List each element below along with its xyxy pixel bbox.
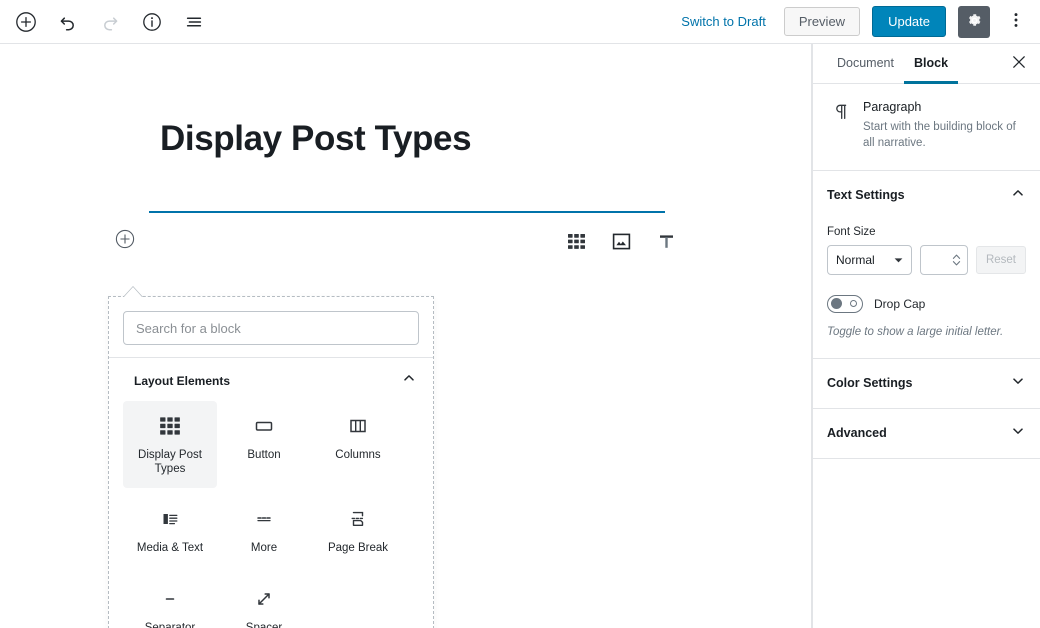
block-card-text: Paragraph Start with the building block … (863, 100, 1026, 152)
font-size-select-value: Normal (836, 252, 875, 267)
chevron-down-icon (894, 253, 903, 267)
block-navigation-button[interactable] (176, 4, 212, 40)
toggle-knob (831, 298, 842, 310)
chevron-up-icon (401, 370, 417, 391)
redo-icon (100, 12, 120, 32)
separator-icon (158, 584, 182, 614)
font-size-number-input[interactable] (920, 244, 968, 275)
block-navigation-icon (184, 12, 204, 32)
drop-cap-help-text: Toggle to show a large initial letter. (827, 325, 1004, 338)
top-toolbar-left-group (0, 4, 212, 40)
undo-button[interactable] (50, 4, 86, 40)
font-size-reset-button[interactable]: Reset (975, 245, 1026, 274)
block-type-icon-row (563, 228, 679, 254)
block-card: Paragraph Start with the building block … (813, 84, 1040, 171)
inserter-block-label: Separator (144, 621, 196, 628)
panel-header-advanced[interactable]: Advanced (813, 409, 1040, 459)
top-toolbar-right-group: Switch to Draft Preview Update (675, 5, 1040, 38)
block-card-description: Start with the building block of all nar… (863, 121, 1016, 150)
inserter-block-label: Button (247, 449, 281, 461)
top-toolbar: Switch to Draft Preview Update (0, 0, 1040, 44)
settings-sidebar: Document Block Paragraph Start with the (812, 44, 1040, 628)
add-block-icon (15, 11, 37, 33)
inserter-block-label: More (250, 542, 278, 555)
toggle-off-indicator (850, 300, 857, 308)
switch-to-draft-link[interactable]: Switch to Draft (675, 10, 772, 33)
inserter-block-media-text[interactable]: Media & Text (123, 494, 217, 568)
editor-root: Switch to Draft Preview Update Display P… (0, 0, 1040, 628)
close-icon (1012, 55, 1026, 72)
inserter-block-columns[interactable]: Columns (311, 401, 405, 488)
more-options-button[interactable] (1002, 6, 1030, 38)
font-size-select[interactable]: Normal (827, 244, 913, 275)
page-break-icon (346, 504, 370, 534)
inserter-block-display-post-types[interactable]: Display Post Types (123, 401, 217, 489)
inserter-block-label: Spacer (245, 621, 283, 628)
number-spinner-icon[interactable] (952, 253, 961, 267)
inserter-block-label: Media & Text (136, 542, 204, 555)
inserter-block-button[interactable]: Button (217, 401, 311, 488)
chevron-down-icon (1010, 373, 1026, 394)
drop-cap-row: Drop Cap (827, 294, 1026, 313)
close-sidebar-button[interactable] (1002, 47, 1036, 81)
font-size-controls: Normal Reset (827, 244, 1026, 275)
gear-icon (966, 12, 983, 32)
panel-header-color-settings[interactable]: Color Settings (813, 359, 1040, 409)
media-text-icon (158, 504, 182, 534)
settings-button[interactable] (958, 5, 990, 38)
inserter-block-label: Columns (335, 449, 381, 461)
inserter-block-grid: Display Post Types Button Columns Media … (109, 401, 433, 628)
inserter-section-title: Layout Elements (134, 373, 231, 388)
tab-block[interactable]: Block (903, 44, 959, 84)
more-icon (252, 504, 276, 534)
popover-arrow (124, 287, 142, 297)
block-card-title: Paragraph (863, 100, 922, 114)
chevron-down-icon (1010, 423, 1026, 444)
panel-header-text-settings[interactable]: Text Settings (813, 171, 1040, 220)
panel-title: Text Settings (827, 188, 905, 203)
search-input[interactable] (123, 311, 419, 345)
font-size-label: Font Size (827, 225, 876, 238)
inserter-section-layout-elements[interactable]: Layout Elements (109, 358, 433, 401)
sidebar-tabs: Document Block (813, 44, 1040, 84)
grid-blocks-icon (159, 411, 181, 441)
block-inserter-popover: Layout Elements (108, 296, 434, 628)
content-structure-button[interactable] (134, 4, 170, 40)
block-inserter-toggle[interactable] (114, 228, 136, 250)
inserter-block-label: Display Post Types (138, 449, 202, 475)
image-icon[interactable] (608, 228, 634, 254)
inserter-block-separator[interactable]: Separator (123, 574, 217, 628)
tab-document[interactable]: Document (827, 44, 904, 84)
drop-cap-toggle[interactable] (827, 294, 863, 313)
panel-title: Color Settings (827, 376, 913, 391)
plus-circle-icon (115, 229, 135, 249)
spacer-icon (252, 584, 276, 614)
inserter-block-label: Page Break (327, 542, 389, 555)
post-title[interactable]: Display Post Types (160, 119, 472, 159)
panel-body-text-settings: Font Size Normal Reset Drop Cap Toggle t… (813, 220, 1040, 359)
editor-canvas: Display Post Types Search for a block La… (0, 44, 812, 628)
update-button[interactable]: Update (872, 5, 946, 38)
inserter-search-wrapper (109, 297, 433, 357)
paragraph-pilcrow-icon (831, 100, 851, 152)
grid-blocks-icon[interactable] (563, 228, 589, 254)
ellipsis-vertical-icon (1007, 11, 1025, 32)
redo-button[interactable] (92, 4, 128, 40)
text-icon[interactable] (653, 228, 679, 254)
panel-title: Advanced (827, 426, 887, 441)
paragraph-block-underline (149, 211, 665, 213)
columns-icon (346, 411, 370, 441)
info-icon (142, 12, 162, 32)
inserter-block-spacer[interactable]: Spacer (217, 574, 311, 628)
chevron-up-icon (1010, 185, 1026, 206)
drop-cap-label: Drop Cap (874, 296, 926, 311)
button-icon (252, 411, 276, 441)
inserter-block-more[interactable]: More (217, 494, 311, 568)
add-block-button[interactable] (8, 4, 44, 40)
preview-button[interactable]: Preview (783, 6, 861, 37)
undo-icon (58, 12, 78, 32)
inserter-block-page-break[interactable]: Page Break (311, 494, 405, 568)
